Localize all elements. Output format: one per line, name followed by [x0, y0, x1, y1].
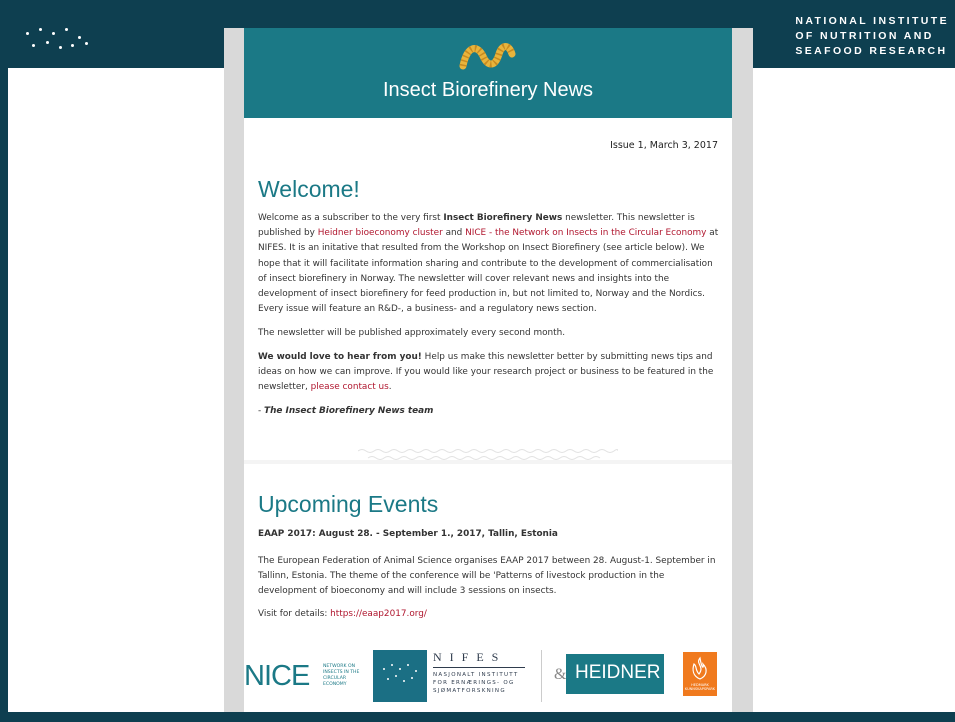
newsletter-title: Insect Biorefinery News	[382, 79, 594, 101]
hedmark-logo-text: HEDMARK KUNNSKAPSPARK	[684, 683, 716, 691]
nifes-logo: NIFES NASJONALT INSTITUTT FOR ERNÆRINGS-…	[433, 650, 525, 695]
bold-text: Insect Biorefinery News	[443, 213, 563, 223]
nice-logo-subtitle: NETWORK ON INSECTS IN THE CIRCULAR ECONO…	[323, 664, 360, 687]
welcome-heading: Welcome!	[258, 176, 360, 202]
nifes-dots-logo-icon	[373, 650, 427, 702]
frequency-paragraph: The newsletter will be published approxi…	[258, 328, 566, 338]
slide-footer-bar	[0, 712, 955, 722]
institute-line-3: SEAFOOD RESEARCH	[795, 45, 948, 57]
nifes-logo-subtitle: NASJONALT INSTITUTT FOR ERNÆRINGS- OG SJ…	[433, 671, 525, 695]
nifes-sub-line: SJØMATFORSKNING	[433, 688, 506, 694]
signature: - The Insect Biorefinery News team	[258, 404, 723, 419]
nice-link[interactable]: NICE - the Network on Insects in the Cir…	[465, 228, 706, 238]
issue-date: Issue 1, March 3, 2017	[610, 140, 718, 151]
text-span: Visit for details:	[258, 609, 331, 619]
text-span: .	[388, 382, 392, 393]
flame-icon	[692, 656, 707, 680]
institute-line-2: OF NUTRITION AND	[795, 30, 934, 42]
events-heading: Upcoming Events	[258, 491, 439, 517]
nice-logo-text: NICE	[244, 660, 310, 692]
nifes-logo-text: NIFES	[433, 650, 525, 668]
ampersand: &	[554, 666, 567, 683]
slide-left-edge	[0, 68, 8, 714]
newsletter: Insect Biorefinery News Issue 1, March 3…	[244, 28, 732, 712]
section-gap	[244, 460, 732, 464]
signature-text: The Insect Biorefinery News team	[264, 406, 434, 416]
partner-logos: NICE NETWORK ON INSECTS IN THE CIRCULAR …	[244, 646, 732, 708]
text-span: at NIFES. It is an initative that result…	[258, 228, 719, 315]
logo-separator	[541, 650, 542, 702]
feedback-paragraph: We would love to hear from you! Help us …	[258, 350, 723, 396]
event-title: EAAP 2017: August 28. - September 1., 20…	[258, 529, 558, 539]
heidner-link[interactable]: Heidner bioeconomy cluster	[318, 228, 443, 238]
contact-link[interactable]: please contact us	[311, 382, 389, 392]
welcome-paragraph: Welcome as a subscriber to the very firs…	[258, 211, 723, 317]
text-span: and	[442, 228, 466, 239]
institute-line-1: NATIONAL INSTITUTE	[795, 15, 949, 27]
bold-text: We would love to hear from you!	[258, 352, 422, 362]
event-details: Visit for details: https://eaap2017.org/	[258, 607, 723, 622]
institute-name: NATIONAL INSTITUTE OF NUTRITION AND SEAF…	[795, 14, 949, 59]
heidner-logo: HEIDNER	[566, 654, 664, 694]
newsletter-banner: Insect Biorefinery News	[244, 28, 732, 118]
dots-logo-icon	[22, 24, 92, 54]
event-description: The European Federation of Animal Scienc…	[258, 556, 716, 597]
nifes-sub-line: NASJONALT INSTITUTT	[433, 672, 519, 678]
nice-logo: NICE NETWORK ON INSECTS IN THE CIRCULAR …	[244, 652, 366, 696]
text-span: Welcome as a subscriber to the very firs…	[258, 213, 444, 223]
nifes-sub-line: FOR ERNÆRINGS- OG	[433, 680, 515, 686]
mealworm-icon	[459, 43, 516, 70]
eaap-link[interactable]: https://eaap2017.org/	[330, 609, 427, 619]
hedmark-logo: HEDMARK KUNNSKAPSPARK	[683, 652, 717, 696]
